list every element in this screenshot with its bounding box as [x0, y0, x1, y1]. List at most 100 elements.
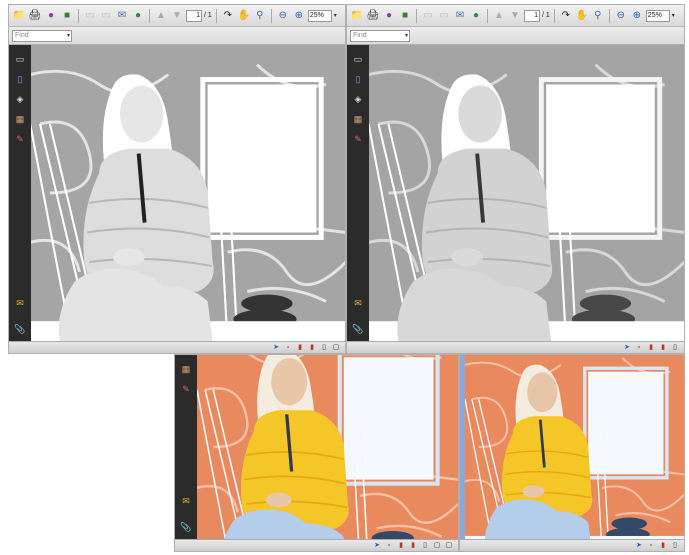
zoom-out-icon[interactable]: ⊖: [614, 9, 628, 23]
page-number-input[interactable]: 1: [186, 9, 202, 22]
zoom-dropdown-icon[interactable]: ▾: [334, 12, 337, 19]
pages-panel-icon[interactable]: ▭: [14, 53, 26, 65]
marquee-zoom-icon[interactable]: ⚲: [591, 9, 605, 23]
attachments-panel-icon[interactable]: ▦: [352, 113, 364, 125]
share-icon[interactable]: ●: [44, 9, 58, 23]
continuous-icon[interactable]: ▯: [670, 541, 680, 550]
toolbar-divider: [149, 8, 150, 23]
page-size-icon[interactable]: ▫: [634, 343, 644, 352]
copy-icon[interactable]: ▭: [437, 9, 451, 23]
find-bar: Find ▾: [347, 27, 684, 45]
page-size-icon[interactable]: ▫: [646, 541, 656, 550]
continuous-icon[interactable]: ▯: [670, 343, 680, 352]
find-input[interactable]: Find ▾: [350, 30, 410, 42]
open-folder-icon[interactable]: 📁: [350, 9, 364, 23]
signatures-panel-icon[interactable]: ✎: [180, 383, 192, 395]
comments-panel-icon[interactable]: ✉: [352, 297, 364, 309]
paperclip-icon[interactable]: 📎: [180, 521, 192, 533]
share-icon[interactable]: ●: [382, 9, 396, 23]
page-icon[interactable]: ▭: [83, 9, 97, 23]
page-size-icon[interactable]: ▫: [384, 541, 394, 550]
select-cursor-icon[interactable]: ➤: [372, 541, 382, 550]
viewer-window-bottom-left: ▦ ✎ ✉ 📎 .s-wall{fill:#e4885a}.s-stone{st…: [174, 354, 459, 552]
signatures-panel-icon[interactable]: ✎: [352, 133, 364, 145]
viewer-window-top-left: 📁 🖨 ● ■ ▭ ▭ ✉ ● ▲ ▼ 1 / 1 ↷ ✋ ⚲ ⊖ ⊕ 25% …: [8, 4, 346, 354]
photo-woman-in-hammock: .s-wall{fill:#e98a5e}.s-stone{stroke:#f8…: [465, 355, 684, 539]
select-tool-icon[interactable]: ↷: [221, 9, 235, 23]
zoom-level-input[interactable]: 25%: [645, 9, 670, 22]
find-dropdown-icon[interactable]: ▾: [405, 31, 408, 41]
layers-panel-icon[interactable]: ◈: [352, 93, 364, 105]
signatures-panel-icon[interactable]: ✎: [14, 133, 26, 145]
attachments-panel-icon[interactable]: ▦: [180, 363, 192, 375]
status-bar: ➤ ▫ ▮ ▮ ▯: [347, 341, 684, 353]
photo-woman-in-hammock: .s-wall{fill:#2a2a2a}.s-stone{stroke:#77…: [31, 45, 345, 341]
hand-tool-icon[interactable]: ✋: [575, 9, 589, 23]
bookmarks-panel-icon[interactable]: ▯: [14, 73, 26, 85]
status-bar: ➤ ▫ ▮ ▮ ▯ ▢ ▢: [175, 539, 458, 551]
viewer-window-bottom-right: .s-wall{fill:#e98a5e}.s-stone{stroke:#f8…: [459, 354, 685, 552]
email-icon[interactable]: ✉: [453, 9, 467, 23]
next-page-icon[interactable]: ▼: [508, 9, 522, 23]
toolbar-divider: [608, 8, 610, 23]
layers-panel-icon[interactable]: ◈: [14, 93, 26, 105]
single-page-icon[interactable]: ▮: [646, 343, 656, 352]
zoom-out-icon[interactable]: ⊖: [276, 9, 290, 23]
toolbar-divider: [270, 8, 272, 23]
prev-page-icon[interactable]: ▲: [154, 9, 168, 23]
page-icon[interactable]: ▭: [421, 9, 435, 23]
document-image: .s-wall{fill:#e4885a}.s-stone{stroke:#f6…: [197, 355, 458, 539]
toolbar-divider: [553, 8, 555, 23]
pages-panel-icon[interactable]: ▭: [352, 53, 364, 65]
page-number-input[interactable]: 1: [524, 9, 540, 22]
navigation-panel: ▭ ▯ ◈ ▦ ✎ ✉ 📎: [9, 45, 31, 341]
select-cursor-icon[interactable]: ➤: [622, 343, 632, 352]
next-page-icon[interactable]: ▼: [170, 9, 184, 23]
find-input[interactable]: Find ▾: [12, 30, 72, 42]
globe-icon[interactable]: ●: [131, 9, 145, 23]
comments-panel-icon[interactable]: ✉: [14, 297, 26, 309]
zoom-dropdown-icon[interactable]: ▾: [672, 12, 675, 19]
fit-width-icon[interactable]: ▢: [444, 541, 454, 550]
continuous-icon[interactable]: ▯: [319, 343, 329, 352]
save-icon[interactable]: ■: [60, 9, 74, 23]
print-icon[interactable]: 🖨: [28, 9, 42, 23]
two-page-icon[interactable]: ▮: [307, 343, 317, 352]
navigation-panel: ▭ ▯ ◈ ▦ ✎ ✉ 📎: [347, 45, 369, 341]
two-page-icon[interactable]: ▮: [408, 541, 418, 550]
marquee-zoom-icon[interactable]: ⚲: [253, 9, 267, 23]
paperclip-icon[interactable]: 📎: [352, 323, 364, 335]
single-page-icon[interactable]: ▮: [295, 343, 305, 352]
fit-icon[interactable]: ▢: [331, 343, 341, 352]
fit-icon[interactable]: ▢: [432, 541, 442, 550]
print-icon[interactable]: 🖨: [366, 9, 380, 23]
zoom-in-icon[interactable]: ⊕: [630, 9, 644, 23]
select-tool-icon[interactable]: ↷: [559, 9, 573, 23]
continuous-icon[interactable]: ▯: [420, 541, 430, 550]
find-placeholder: Find: [15, 32, 29, 39]
page-size-icon[interactable]: ▫: [283, 343, 293, 352]
single-page-icon[interactable]: ▮: [396, 541, 406, 550]
select-cursor-icon[interactable]: ➤: [271, 343, 281, 352]
open-folder-icon[interactable]: 📁: [12, 9, 26, 23]
globe-icon[interactable]: ●: [469, 9, 483, 23]
status-bar: ➤ ▫ ▮ ▯: [460, 539, 684, 551]
status-bar: ➤ ▫ ▮ ▮ ▯ ▢: [9, 341, 345, 353]
two-page-icon[interactable]: ▮: [658, 343, 668, 352]
copy-icon[interactable]: ▭: [99, 9, 113, 23]
save-icon[interactable]: ■: [398, 9, 412, 23]
bookmarks-panel-icon[interactable]: ▯: [352, 73, 364, 85]
document-image: .s-wall{fill:#e98a5e}.s-stone{stroke:#f8…: [465, 355, 684, 539]
find-bar: Find ▾: [9, 27, 345, 45]
select-cursor-icon[interactable]: ➤: [634, 541, 644, 550]
find-dropdown-icon[interactable]: ▾: [67, 31, 70, 41]
zoom-in-icon[interactable]: ⊕: [292, 9, 306, 23]
hand-tool-icon[interactable]: ✋: [237, 9, 251, 23]
zoom-level-input[interactable]: 25%: [307, 9, 332, 22]
prev-page-icon[interactable]: ▲: [492, 9, 506, 23]
single-page-icon[interactable]: ▮: [658, 541, 668, 550]
comments-panel-icon[interactable]: ✉: [180, 495, 192, 507]
paperclip-icon[interactable]: 📎: [14, 323, 26, 335]
attachments-panel-icon[interactable]: ▦: [14, 113, 26, 125]
email-icon[interactable]: ✉: [115, 9, 129, 23]
